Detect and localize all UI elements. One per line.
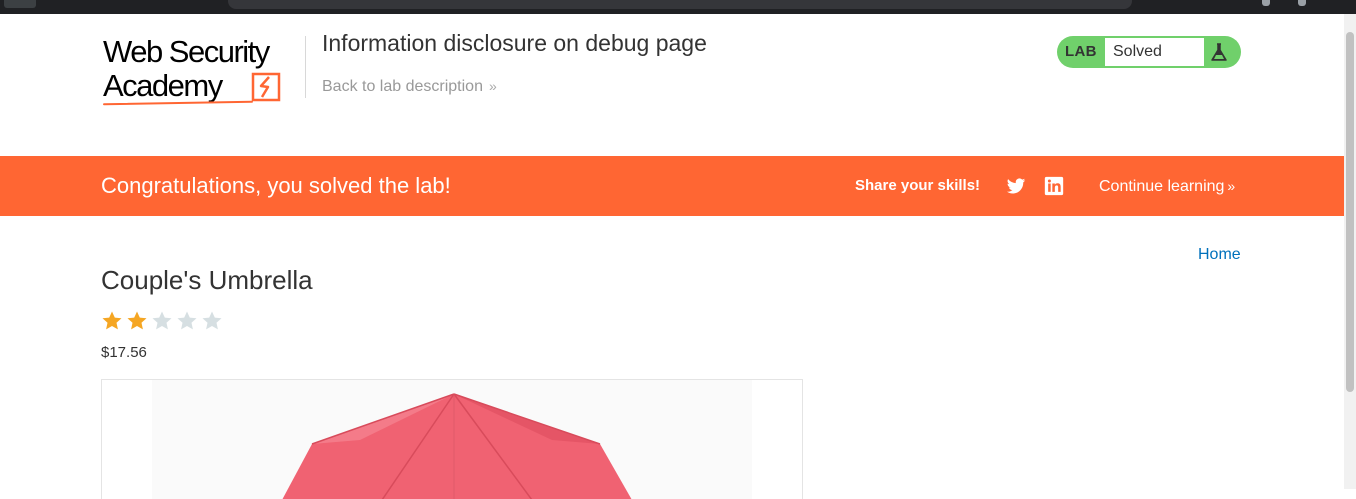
umbrella-image (282, 393, 632, 499)
star-empty-icon (177, 311, 197, 330)
page-scrollbar[interactable] (1344, 14, 1356, 489)
lab-title: Information disclosure on debug page (322, 30, 707, 56)
logo-zap-icon (251, 72, 281, 102)
header-divider (305, 36, 306, 98)
scrollbar-thumb[interactable] (1346, 32, 1354, 392)
flask-icon (1211, 43, 1227, 61)
home-link[interactable]: Home (1198, 246, 1241, 264)
continue-learning-label: Continue learning (1099, 178, 1225, 195)
chevron-right-icon: » (488, 78, 497, 94)
product-image-area (152, 380, 752, 499)
lab-status-badge: LAB Solved (1057, 36, 1241, 68)
congratulations-message: Congratulations, you solved the lab! (101, 173, 451, 198)
star-filled-icon (127, 311, 147, 330)
chevron-right-icon: » (1227, 178, 1236, 194)
logo-line1: Web Security (103, 34, 270, 69)
browser-tab[interactable] (4, 0, 36, 8)
product-rating (101, 310, 226, 332)
star-empty-icon (202, 311, 222, 330)
lab-status-label: LAB (1065, 43, 1097, 60)
lab-status-value: Solved (1105, 38, 1204, 66)
back-link-label: Back to lab description (322, 78, 483, 95)
continue-learning-link[interactable]: Continue learning» (1099, 178, 1235, 196)
web-security-academy-logo[interactable]: Web Security Academy (102, 34, 303, 106)
linkedin-icon[interactable] (1044, 176, 1064, 196)
browser-extension-icon[interactable] (1298, 0, 1306, 6)
browser-chrome (0, 0, 1356, 14)
share-skills-label: Share your skills! (855, 177, 981, 194)
solved-banner: Congratulations, you solved the lab! Sha… (0, 156, 1344, 216)
product-title: Couple's Umbrella (101, 265, 313, 295)
address-bar[interactable] (228, 0, 1132, 9)
product-image (101, 379, 803, 499)
twitter-icon[interactable] (1006, 176, 1026, 196)
back-to-lab-description-link[interactable]: Back to lab description » (322, 78, 497, 96)
star-empty-icon (152, 311, 172, 330)
star-filled-icon (102, 311, 122, 330)
logo-line2: Academy (103, 68, 223, 103)
product-price: $17.56 (101, 344, 147, 361)
browser-menu-icon[interactable] (1262, 0, 1270, 6)
